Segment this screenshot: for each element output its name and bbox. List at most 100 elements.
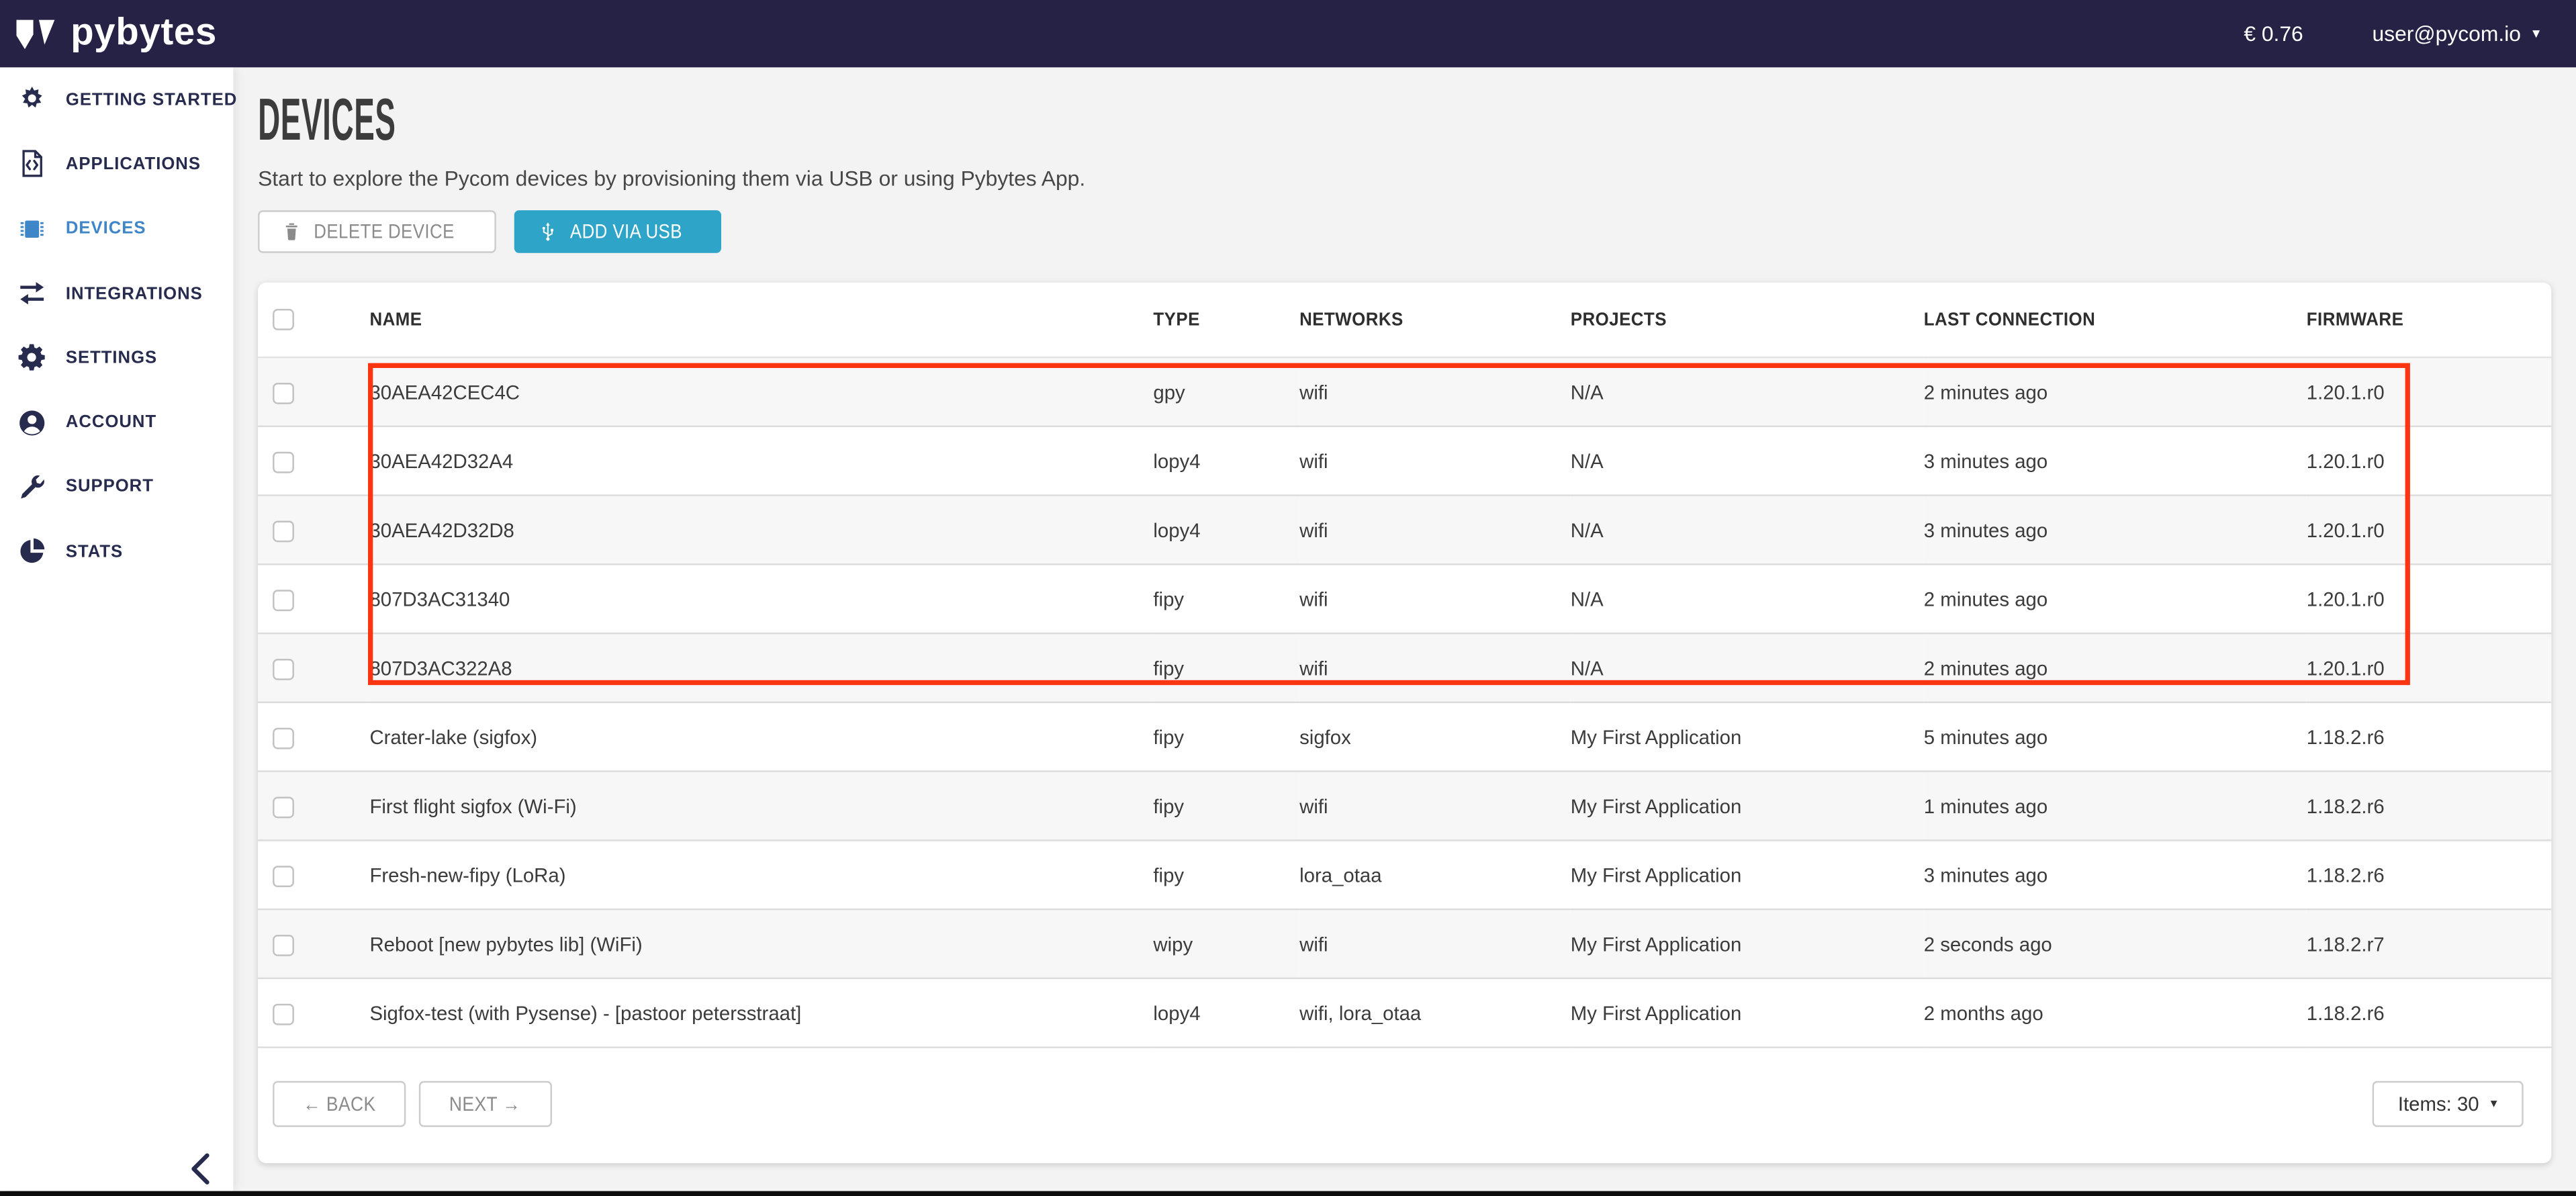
device-projects: N/A — [1571, 588, 1604, 610]
sidebar-item-getting-started[interactable]: GETTING STARTED — [0, 67, 233, 132]
table-row[interactable]: 807D3AC322A8fipywifiN/A2 minutes ago1.20… — [258, 633, 2551, 702]
sidebar-item-stats[interactable]: STATS — [0, 519, 233, 584]
device-projects: My First Application — [1571, 932, 1742, 955]
user-email: user@pycom.io — [2373, 21, 2521, 46]
row-checkbox[interactable] — [273, 658, 294, 680]
transfer-arrows-icon — [16, 278, 47, 309]
table-row[interactable]: 807D3AC31340fipywifiN/A2 minutes ago1.20… — [258, 564, 2551, 633]
items-per-page-dropdown[interactable]: Items: 30 ▾ — [2372, 1081, 2524, 1128]
back-button[interactable]: ← BACK — [273, 1081, 406, 1128]
screen-bottom-edge — [0, 1191, 2576, 1196]
usb-icon — [538, 220, 559, 243]
device-name: Reboot [new pybytes lib] (WiFi) — [369, 932, 642, 955]
user-menu[interactable]: user@pycom.io ▾ — [2373, 21, 2540, 46]
device-name: 807D3AC322A8 — [369, 656, 512, 679]
row-checkbox[interactable] — [273, 727, 294, 749]
device-type: wipy — [1153, 932, 1193, 955]
table-row[interactable]: Sigfox-test (with Pysense) - [pastoor pe… — [258, 978, 2551, 1048]
add-via-usb-button[interactable]: ADD VIA USB — [514, 210, 721, 253]
table-row[interactable]: First flight sigfox (Wi-Fi)fipywifiMy Fi… — [258, 772, 2551, 841]
account-balance: € 0.76 — [2244, 21, 2303, 46]
device-networks: sigfox — [1299, 725, 1351, 748]
pybytes-logo-icon — [16, 14, 59, 54]
pybytes-logo[interactable]: pybytes — [16, 12, 217, 55]
row-checkbox[interactable] — [273, 451, 294, 473]
device-type: fipy — [1153, 588, 1184, 610]
devices-table: NAMETYPENETWORKSPROJECTSLAST CONNECTIONF… — [258, 283, 2551, 1048]
row-checkbox[interactable] — [273, 934, 294, 956]
devices-table-card: NAMETYPENETWORKSPROJECTSLAST CONNECTIONF… — [258, 283, 2551, 1163]
device-projects: N/A — [1571, 518, 1604, 541]
device-type: fipy — [1153, 725, 1184, 748]
table-row[interactable]: Fresh-new-fipy (LoRa)fipylora_otaaMy Fir… — [258, 840, 2551, 909]
chevron-left-icon — [189, 1152, 212, 1186]
device-networks: wifi — [1299, 656, 1328, 679]
device-name: Fresh-new-fipy (LoRa) — [369, 864, 565, 886]
toolbar: DELETE DEVICE — [258, 210, 2551, 253]
device-networks: wifi — [1299, 449, 1328, 472]
column-header: NETWORKS — [1299, 283, 1571, 357]
device-name: 30AEA42CEC4C — [369, 380, 520, 403]
row-checkbox[interactable] — [273, 589, 294, 610]
next-button[interactable]: NEXT → — [419, 1081, 551, 1128]
page-title: DEVICES — [258, 93, 2551, 146]
device-name: 30AEA42D32D8 — [369, 518, 514, 541]
pie-chart-icon — [16, 536, 47, 567]
device-last-connection: 2 minutes ago — [1924, 380, 2048, 403]
device-firmware: 1.20.1.r0 — [2307, 449, 2385, 472]
main-content: DEVICES Start to explore the Pycom devic… — [233, 67, 2576, 1196]
device-projects: N/A — [1571, 656, 1604, 679]
row-checkbox[interactable] — [273, 796, 294, 818]
device-firmware: 1.20.1.r0 — [2307, 380, 2385, 403]
sidebar-item-applications[interactable]: APPLICATIONS — [0, 132, 233, 196]
row-checkbox[interactable] — [273, 865, 294, 886]
column-header: PROJECTS — [1571, 283, 1924, 357]
device-projects: N/A — [1571, 380, 1604, 403]
device-last-connection: 5 minutes ago — [1924, 725, 2048, 748]
sidebar-item-label: ACCOUNT — [66, 412, 156, 432]
device-type: fipy — [1153, 794, 1184, 817]
row-checkbox[interactable] — [273, 382, 294, 404]
sidebar-item-label: DEVICES — [66, 219, 146, 238]
screen: pybytes € 0.76 user@pycom.io ▾ GETTING S… — [0, 0, 2576, 1196]
device-type: fipy — [1153, 864, 1184, 886]
device-firmware: 1.18.2.r6 — [2307, 794, 2385, 817]
select-all-checkbox[interactable] — [273, 309, 294, 330]
device-last-connection: 1 minutes ago — [1924, 794, 2048, 817]
sidebar-item-account[interactable]: ACCOUNT — [0, 390, 233, 455]
row-checkbox[interactable] — [273, 520, 294, 542]
device-projects: My First Application — [1571, 1001, 1742, 1024]
table-row[interactable]: Crater-lake (sigfox)fipysigfoxMy First A… — [258, 702, 2551, 772]
device-networks: wifi — [1299, 588, 1328, 610]
device-last-connection: 2 minutes ago — [1924, 656, 2048, 679]
column-header: LAST CONNECTION — [1924, 283, 2307, 357]
code-file-icon — [16, 148, 47, 179]
device-projects: My First Application — [1571, 794, 1742, 817]
device-name: 807D3AC31340 — [369, 588, 510, 610]
table-row[interactable]: Reboot [new pybytes lib] (WiFi)wipywifiM… — [258, 909, 2551, 978]
sidebar-collapse-button[interactable] — [189, 1152, 212, 1178]
column-header: NAME — [369, 283, 1153, 357]
device-projects: My First Application — [1571, 725, 1742, 748]
device-firmware: 1.18.2.r6 — [2307, 1001, 2385, 1024]
device-last-connection: 3 minutes ago — [1924, 864, 2048, 886]
top-navbar: pybytes € 0.76 user@pycom.io ▾ — [0, 0, 2576, 67]
device-last-connection: 2 seconds ago — [1924, 932, 2052, 955]
column-header: FIRMWARE — [2307, 283, 2552, 357]
table-row[interactable]: 30AEA42CEC4CgpywifiN/A2 minutes ago1.20.… — [258, 357, 2551, 426]
chip-icon — [16, 213, 47, 244]
device-networks: wifi — [1299, 518, 1328, 541]
sidebar-item-devices[interactable]: DEVICES — [0, 197, 233, 261]
device-firmware: 1.20.1.r0 — [2307, 518, 2385, 541]
device-last-connection: 3 minutes ago — [1924, 518, 2048, 541]
sidebar-item-settings[interactable]: SETTINGS — [0, 326, 233, 390]
sun-icon — [16, 84, 47, 115]
sidebar-item-integrations[interactable]: INTEGRATIONS — [0, 261, 233, 326]
delete-device-button[interactable]: DELETE DEVICE — [258, 210, 496, 253]
user-icon — [16, 407, 47, 438]
device-type: gpy — [1153, 380, 1185, 403]
table-row[interactable]: 30AEA42D32D8lopy4wifiN/A3 minutes ago1.2… — [258, 496, 2551, 565]
row-checkbox[interactable] — [273, 1003, 294, 1025]
sidebar-item-support[interactable]: SUPPORT — [0, 455, 233, 519]
table-row[interactable]: 30AEA42D32A4lopy4wifiN/A3 minutes ago1.2… — [258, 426, 2551, 496]
